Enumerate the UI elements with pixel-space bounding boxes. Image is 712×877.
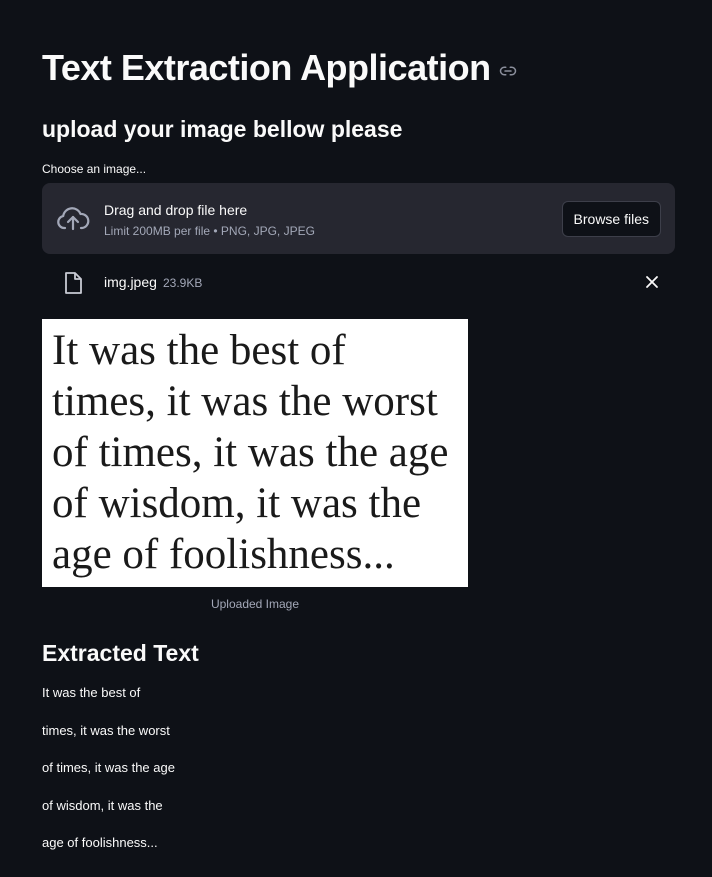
- dropzone-instructions: Drag and drop file here: [104, 202, 248, 218]
- extracted-text-line: age of foolishness...: [42, 835, 158, 850]
- extracted-text-line: of times, it was the age: [42, 760, 175, 775]
- app-page: Text Extraction Application upload your …: [0, 0, 712, 877]
- uploaded-file-row: img.jpeg 23.9KB: [42, 266, 675, 298]
- cloud-upload-icon: [56, 205, 90, 233]
- extracted-text-heading: Extracted Text: [42, 640, 199, 666]
- image-text-line: times, it was the worst: [52, 378, 438, 425]
- uploader-label: Choose an image...: [42, 162, 147, 176]
- extracted-text-line: of wisdom, it was the: [42, 797, 163, 813]
- title-row: Text Extraction Application: [42, 44, 517, 92]
- image-text-line: age of foolishness...: [52, 531, 395, 578]
- file-dropzone[interactable]: Drag and drop file here Limit 200MB per …: [42, 183, 675, 254]
- image-text-line: It was the best of: [52, 327, 346, 374]
- image-caption: Uploaded Image: [210, 597, 300, 611]
- image-text-lines: It was the best of times, it was the wor…: [42, 325, 448, 580]
- image-text-line: of wisdom, it was the: [52, 480, 422, 527]
- uploaded-file-name: img.jpeg: [104, 274, 157, 290]
- extracted-text-line: times, it was the worst: [42, 722, 170, 738]
- file-icon: [62, 271, 84, 295]
- link-icon[interactable]: [499, 62, 517, 80]
- browse-files-button[interactable]: Browse files: [561, 201, 661, 237]
- close-icon[interactable]: [645, 275, 659, 289]
- uploaded-image: It was the best of times, it was the wor…: [42, 319, 468, 587]
- uploaded-file-size: 23.9KB: [163, 276, 203, 290]
- extracted-text-line: It was the best of: [42, 685, 141, 700]
- image-text-line: of times, it was the age: [52, 429, 449, 476]
- dropzone-limit-text: Limit 200MB per file • PNG, JPG, JPEG: [104, 224, 315, 238]
- page-title: Text Extraction Application: [42, 47, 491, 88]
- page-subtitle: upload your image bellow please: [42, 116, 403, 142]
- extracted-text-block: It was the best of times, it was the wor…: [42, 683, 175, 871]
